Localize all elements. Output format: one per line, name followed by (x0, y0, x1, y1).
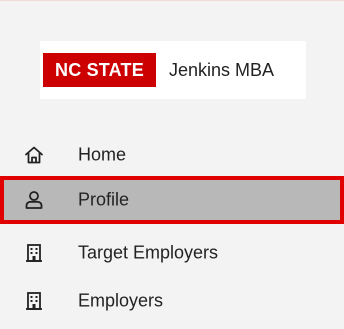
sidebar: NC STATE Jenkins MBA Home Profile Target… (0, 0, 344, 329)
brand-logo[interactable]: NC STATE Jenkins MBA (40, 41, 306, 99)
building-icon (24, 291, 44, 311)
sidebar-item-label: Home (78, 144, 127, 165)
sidebar-item-profile[interactable]: Profile (0, 176, 344, 224)
logo-secondary-text: Jenkins MBA (168, 59, 274, 80)
sidebar-item-home[interactable]: Home (0, 131, 344, 179)
user-icon (24, 190, 44, 210)
sidebar-item-label: Target Employers (78, 242, 219, 263)
sidebar-item-target-employers[interactable]: Target Employers (0, 229, 344, 277)
sidebar-item-label: Employers (78, 290, 164, 311)
building-icon (24, 243, 44, 263)
logo-primary-text: NC STATE (43, 53, 156, 87)
home-icon (24, 145, 44, 165)
sidebar-item-employers[interactable]: Employers (0, 277, 344, 325)
sidebar-item-label: Profile (78, 189, 130, 210)
